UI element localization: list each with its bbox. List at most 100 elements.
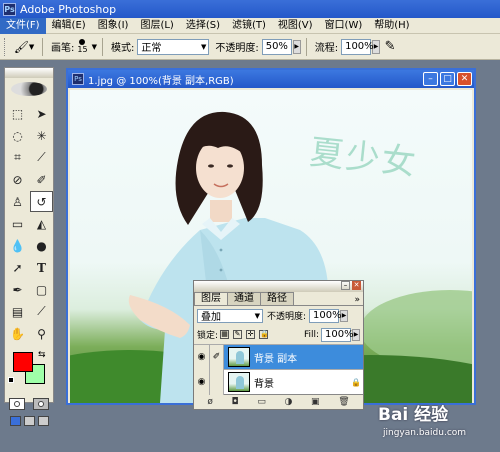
panel-menu-icon[interactable]: » <box>354 295 363 305</box>
dodge-tool-icon[interactable]: ● <box>30 235 53 256</box>
app-title: Adobe Photoshop <box>20 2 117 16</box>
eye-icon[interactable]: ◉ <box>194 344 210 370</box>
mask-modes <box>5 398 53 410</box>
type-tool-icon[interactable]: T <box>30 257 53 278</box>
lock-all-icon[interactable]: 🔒 <box>259 330 269 339</box>
slice-tool-icon[interactable]: ⟋ <box>30 147 53 168</box>
document-title: 1.jpg @ 100%(背景 副本,RGB) <box>88 75 234 87</box>
path-selection-tool-icon[interactable]: ➚ <box>6 257 29 278</box>
shape-tool-icon[interactable]: ▢ <box>30 279 53 300</box>
history-brush-tool-icon[interactable]: ↺ <box>30 191 53 212</box>
brush-link-icon[interactable]: ✐ <box>210 344 224 370</box>
new-layer-icon[interactable]: ▣ <box>311 397 320 407</box>
menu-image[interactable]: 图象(I) <box>92 18 135 34</box>
close-button[interactable]: ✕ <box>457 72 472 86</box>
layer-name: 背景 <box>254 378 274 390</box>
link-slot[interactable] <box>210 369 224 395</box>
lock-position-icon[interactable]: ✛ <box>246 330 256 339</box>
clone-stamp-tool-icon[interactable]: ♙ <box>6 191 29 212</box>
close-panel-button[interactable]: ✕ <box>352 281 361 290</box>
standard-mode-icon[interactable] <box>9 398 25 410</box>
fill-field[interactable]: 100% <box>321 327 354 342</box>
mode-value: 正常 <box>141 43 162 54</box>
adjustment-layer-icon[interactable]: ◑ <box>285 397 293 407</box>
lasso-tool-icon[interactable]: ◌ <box>6 125 29 146</box>
opacity-stepper[interactable]: ▶ <box>292 39 301 54</box>
marquee-tool-icon[interactable]: ⬚ <box>6 103 29 124</box>
menu-select[interactable]: 选择(S) <box>180 18 226 34</box>
menu-edit[interactable]: 编辑(E) <box>46 18 92 34</box>
pen-tool-icon[interactable]: ✒ <box>6 279 29 300</box>
lock-row: 锁定: ▦ ✎ ✛ 🔒 Fill: 100% ▶ <box>194 325 363 344</box>
divider <box>101 37 103 56</box>
mode-label: 模式: <box>110 43 135 54</box>
adobe-online-icon[interactable] <box>5 78 53 100</box>
toolbox-header[interactable] <box>5 68 53 78</box>
maximize-button[interactable]: □ <box>440 72 455 86</box>
eraser-tool-icon[interactable]: ▭ <box>6 213 29 234</box>
layer-opacity-label: 不透明度: <box>267 312 307 322</box>
full-screen-menu-mode-icon[interactable] <box>23 416 35 426</box>
chevron-down-icon[interactable]: ▼ <box>92 43 97 51</box>
layers-panel-header[interactable]: – ✕ <box>194 281 363 292</box>
layer-opacity-field[interactable]: 100% <box>309 308 342 323</box>
document-titlebar[interactable]: Ps 1.jpg @ 100%(背景 副本,RGB) – □ ✕ <box>68 70 474 88</box>
trash-icon[interactable]: 🗑 <box>338 397 349 407</box>
mode-select[interactable]: 正常 ▼ <box>137 38 210 55</box>
options-grip[interactable] <box>4 37 7 56</box>
blend-mode-value: 叠加 <box>201 312 221 323</box>
menu-view[interactable]: 视图(V) <box>272 18 319 34</box>
layer-row[interactable]: ◉ 背景 🔒 <box>194 369 363 395</box>
divider <box>305 37 307 56</box>
tab-layers[interactable]: 图层 <box>194 292 228 305</box>
swap-colors-icon[interactable]: ⇆ <box>38 350 46 360</box>
eyedropper-tool-icon[interactable]: ⟋ <box>30 301 53 322</box>
tab-channels[interactable]: 通道 <box>227 292 261 305</box>
window-buttons: – □ ✕ <box>423 72 472 86</box>
lock-transparency-icon[interactable]: ▦ <box>220 330 230 339</box>
full-screen-mode-icon[interactable] <box>37 416 49 426</box>
quick-mask-mode-icon[interactable] <box>33 398 49 410</box>
foreground-color-swatch[interactable] <box>13 352 33 372</box>
menu-file[interactable]: 文件(F) <box>0 17 46 34</box>
layers-footer: ø ◘ ▭ ◑ ▣ 🗑 <box>194 394 363 408</box>
layers-panel: – ✕ 图层 通道 路径 » 叠加 ▼ 不透明度: 100% ▶ 锁定: ▦ ✎… <box>193 280 364 410</box>
layer-mask-icon[interactable]: ◘ <box>232 397 239 407</box>
lock-pixels-icon[interactable]: ✎ <box>233 330 243 339</box>
blur-tool-icon[interactable]: 💧 <box>6 235 29 256</box>
flow-field[interactable]: 100% <box>341 38 374 55</box>
minimize-button[interactable]: – <box>423 72 438 86</box>
layer-style-icon[interactable]: ø <box>207 397 213 407</box>
healing-brush-tool-icon[interactable]: ⊘ <box>6 169 29 190</box>
move-tool-icon[interactable]: ➤ <box>30 103 53 124</box>
minimize-panel-button[interactable]: – <box>341 281 350 290</box>
airbrush-toggle-icon[interactable]: ✎ <box>380 38 400 56</box>
blend-mode-select[interactable]: 叠加 ▼ <box>197 308 263 323</box>
brush-size-picker[interactable]: 15 <box>77 39 88 54</box>
menu-window[interactable]: 窗口(W) <box>319 18 369 34</box>
chevron-down-icon: ▼ <box>28 42 35 51</box>
hand-tool-icon[interactable]: ✋ <box>6 323 29 344</box>
brush-size: 15 <box>77 45 88 54</box>
menu-filter[interactable]: 滤镜(T) <box>226 18 272 34</box>
layer-row[interactable]: ◉ ✐ 背景 副本 <box>194 344 363 370</box>
brush-tool-icon[interactable]: ✐ <box>30 169 53 190</box>
standard-screen-mode-icon[interactable] <box>9 416 21 426</box>
color-swatches: ⇆ <box>5 350 53 390</box>
eye-icon[interactable]: ◉ <box>194 369 210 395</box>
paint-bucket-tool-icon[interactable]: ◭ <box>30 213 53 234</box>
chevron-down-icon: ▼ <box>254 311 260 320</box>
menu-layer[interactable]: 图层(L) <box>134 18 179 34</box>
opacity-field[interactable]: 50% <box>261 38 292 55</box>
tab-paths[interactable]: 路径 <box>260 292 294 305</box>
magic-wand-tool-icon[interactable]: ✳ <box>30 125 53 146</box>
tool-preset-picker[interactable]: 🖌 ▼ <box>11 38 37 56</box>
new-set-icon[interactable]: ▭ <box>257 397 266 407</box>
layer-name: 背景 副本 <box>254 353 298 365</box>
notes-tool-icon[interactable]: ▤ <box>6 301 29 322</box>
default-colors-icon[interactable] <box>8 377 14 383</box>
screen-modes <box>5 416 53 426</box>
menu-help[interactable]: 帮助(H) <box>368 18 415 34</box>
crop-tool-icon[interactable]: ⌗ <box>6 147 29 168</box>
zoom-tool-icon[interactable]: ⚲ <box>30 323 53 344</box>
